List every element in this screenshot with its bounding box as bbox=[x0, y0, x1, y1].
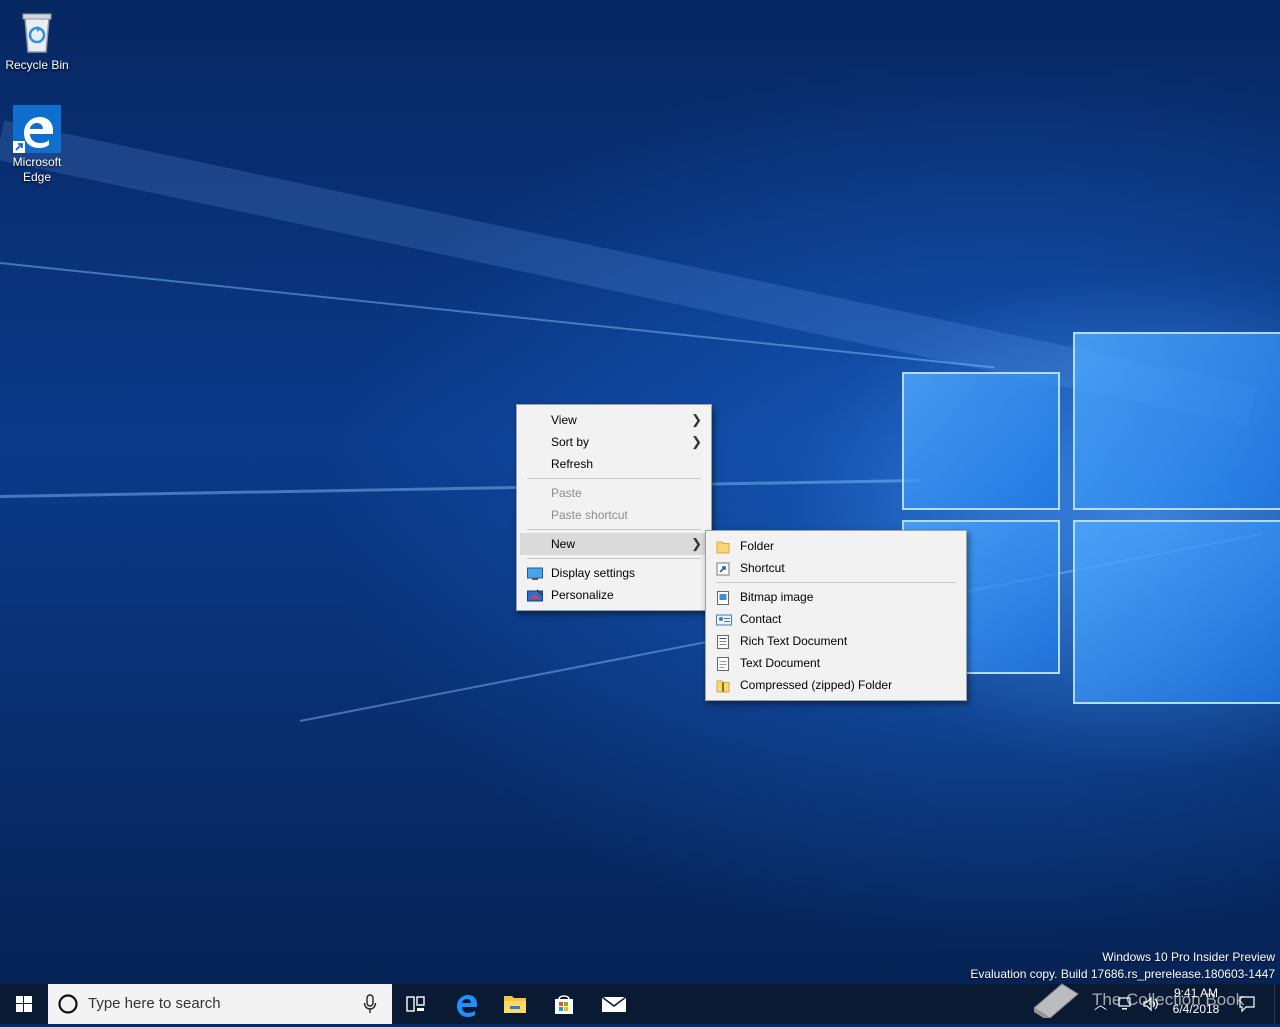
display-settings-icon bbox=[527, 566, 543, 580]
taskbar: Type here to search The Collection Book … bbox=[0, 983, 1280, 1024]
windows-logo-pane bbox=[1073, 520, 1280, 704]
folder-icon bbox=[716, 539, 730, 554]
search-placeholder: Type here to search bbox=[88, 995, 221, 1012]
menu-item-new-label: New bbox=[551, 537, 576, 551]
recycle-bin-shortcut[interactable]: Recycle Bin bbox=[1, 8, 73, 73]
submenu-item-bitmap-image[interactable]: Bitmap image bbox=[706, 586, 966, 608]
edge-icon bbox=[457, 995, 477, 1017]
chevron-up-icon[interactable]: ︿ bbox=[1094, 994, 1107, 1013]
chevron-right-icon: ❯ bbox=[691, 434, 702, 449]
clock[interactable]: 9:41 AM 6/4/2018 bbox=[1164, 986, 1228, 1016]
menu-item-display-settings-label: Display settings bbox=[551, 566, 636, 580]
zip-folder-icon bbox=[716, 678, 730, 693]
windows-logo-pane bbox=[902, 372, 1060, 510]
submenu-item-folder-label: Folder bbox=[740, 539, 775, 553]
menu-item-new[interactable]: New ❯ bbox=[520, 533, 708, 555]
microsoft-edge-shortcut[interactable]: Microsoft Edge bbox=[1, 105, 73, 185]
watermark-edition: Windows 10 Pro Insider Preview bbox=[1102, 950, 1275, 964]
menu-item-personalize[interactable]: Personalize bbox=[517, 584, 711, 606]
submenu-item-compressed-folder[interactable]: Compressed (zipped) Folder bbox=[706, 674, 966, 696]
windows-logo-pane bbox=[1073, 332, 1280, 510]
menu-separator bbox=[527, 529, 701, 530]
clock-date: 6/4/2018 bbox=[1172, 1002, 1220, 1016]
taskbar-edge-button[interactable] bbox=[442, 984, 490, 1024]
submenu-item-rich-text-document-label: Rich Text Document bbox=[740, 634, 848, 648]
submenu-item-text-document[interactable]: Text Document bbox=[706, 652, 966, 674]
menu-item-paste-shortcut: Paste shortcut bbox=[517, 504, 711, 526]
store-icon bbox=[555, 995, 573, 1014]
menu-item-view[interactable]: View ❯ bbox=[517, 409, 711, 431]
book-logo-icon bbox=[1033, 983, 1079, 1018]
submenu-item-rich-text-document[interactable]: Rich Text Document bbox=[706, 630, 966, 652]
submenu-item-contact[interactable]: Contact bbox=[706, 608, 966, 630]
microphone-icon[interactable] bbox=[362, 994, 378, 1014]
menu-item-sort-by[interactable]: Sort by ❯ bbox=[517, 431, 711, 453]
edge-label-line2: Edge bbox=[22, 170, 52, 184]
rich-text-document-icon bbox=[716, 634, 730, 649]
menu-item-refresh[interactable]: Refresh bbox=[517, 453, 711, 475]
show-desktop-button[interactable] bbox=[1274, 984, 1280, 1024]
file-explorer-icon bbox=[504, 996, 526, 1013]
cortana-icon bbox=[58, 994, 78, 1014]
submenu-item-compressed-folder-label: Compressed (zipped) Folder bbox=[740, 678, 893, 692]
taskbar-search-box[interactable]: Type here to search bbox=[48, 984, 392, 1024]
network-icon[interactable] bbox=[1118, 996, 1134, 1012]
windows-start-icon bbox=[16, 996, 32, 1012]
personalize-icon bbox=[527, 588, 543, 602]
submenu-item-shortcut[interactable]: Shortcut bbox=[706, 557, 966, 579]
menu-item-paste: Paste bbox=[517, 482, 711, 504]
build-watermark: Windows 10 Pro Insider Preview Evaluatio… bbox=[970, 950, 1275, 981]
task-view-icon bbox=[406, 996, 425, 1012]
recycle-bin-label: Recycle Bin bbox=[5, 58, 69, 72]
bitmap-image-icon bbox=[716, 590, 730, 605]
shortcut-icon bbox=[716, 561, 730, 576]
menu-item-paste-label: Paste bbox=[551, 486, 582, 500]
submenu-item-bitmap-image-label: Bitmap image bbox=[740, 590, 814, 604]
start-button[interactable] bbox=[0, 984, 48, 1024]
contact-icon bbox=[716, 612, 732, 626]
menu-item-paste-shortcut-label: Paste shortcut bbox=[551, 508, 628, 522]
clock-time: 9:41 AM bbox=[1173, 986, 1219, 1000]
text-document-icon bbox=[716, 656, 730, 671]
menu-separator bbox=[527, 478, 701, 479]
file-explorer-button[interactable] bbox=[491, 984, 539, 1024]
desktop-context-menu: View ❯ Sort by ❯ Refresh Paste Paste sho… bbox=[516, 404, 712, 611]
menu-separator bbox=[527, 558, 701, 559]
submenu-item-shortcut-label: Shortcut bbox=[740, 561, 785, 575]
microsoft-store-button[interactable] bbox=[540, 984, 588, 1024]
edge-label-line1: Microsoft bbox=[12, 155, 62, 169]
menu-item-view-label: View bbox=[551, 413, 577, 427]
mail-icon bbox=[601, 996, 627, 1012]
action-center-icon[interactable] bbox=[1238, 995, 1256, 1013]
chevron-right-icon: ❯ bbox=[691, 536, 702, 551]
mail-button[interactable] bbox=[590, 984, 638, 1024]
chevron-right-icon: ❯ bbox=[691, 412, 702, 427]
menu-item-display-settings[interactable]: Display settings bbox=[517, 562, 711, 584]
recycle-bin-icon bbox=[13, 8, 61, 56]
submenu-item-text-document-label: Text Document bbox=[740, 656, 821, 670]
volume-icon[interactable] bbox=[1142, 996, 1160, 1012]
task-view-button[interactable] bbox=[392, 984, 440, 1024]
new-submenu: Folder Shortcut Bitmap image Contact Ric… bbox=[705, 530, 967, 701]
watermark-build: Evaluation copy. Build 17686.rs_prerelea… bbox=[970, 967, 1275, 981]
menu-item-personalize-label: Personalize bbox=[551, 588, 614, 602]
submenu-item-contact-label: Contact bbox=[740, 612, 782, 626]
menu-separator bbox=[716, 582, 956, 583]
menu-item-refresh-label: Refresh bbox=[551, 457, 594, 471]
menu-item-sort-by-label: Sort by bbox=[551, 435, 590, 449]
submenu-item-folder[interactable]: Folder bbox=[706, 535, 966, 557]
edge-icon bbox=[13, 105, 61, 153]
